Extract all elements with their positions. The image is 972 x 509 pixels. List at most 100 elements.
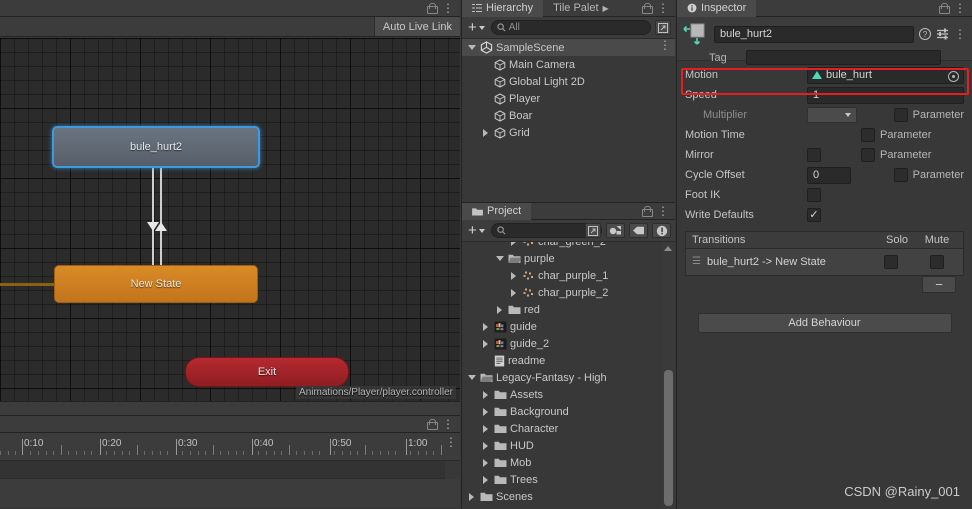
state-node-new-state[interactable]: New State: [54, 265, 258, 303]
tree-item-guide[interactable]: guide: [462, 318, 675, 335]
kebab-menu-icon[interactable]: ⋮: [657, 205, 669, 217]
project-asset-tree[interactable]: char_green_2purple char_purple_1 char_purp…: [462, 242, 675, 508]
transition-line-up[interactable]: [160, 168, 162, 266]
cycle-offset-input[interactable]: 0: [807, 166, 851, 184]
tree-foldout-toggle[interactable]: [466, 45, 477, 50]
tree-foldout-toggle[interactable]: [508, 288, 519, 297]
inspector-kebab-menu-icon[interactable]: ⋮: [954, 28, 966, 40]
remove-transition-button[interactable]: −: [922, 276, 956, 293]
lock-icon[interactable]: [427, 418, 438, 430]
tree-item-char-green-2[interactable]: char_green_2: [462, 242, 675, 250]
tree-foldout-toggle[interactable]: [494, 305, 505, 314]
tree-item-character[interactable]: Character: [462, 420, 675, 437]
tree-foldout-toggle[interactable]: [508, 242, 519, 246]
cycle-offset-parameter-checkbox[interactable]: [893, 168, 908, 182]
lock-icon[interactable]: [427, 2, 438, 14]
motion-object-field[interactable]: bule_hurt: [807, 66, 964, 84]
tree-item-grid[interactable]: Grid: [462, 124, 675, 141]
tree-item-scrip[interactable]: Scrip: [462, 505, 675, 509]
timeline-ruler[interactable]: 0:10 0:20 0:30 0:40 0:50 1:00 ⋮: [0, 433, 460, 461]
tree-item-main-camera[interactable]: Main Camera: [462, 56, 675, 73]
state-name-field[interactable]: bule_hurt2: [714, 25, 914, 43]
tree-item-scenes[interactable]: Scenes: [462, 488, 675, 505]
multiplier-dropdown[interactable]: [807, 107, 857, 123]
tree-item-guide-2[interactable]: guide_2: [462, 335, 675, 352]
transition-mute-checkbox[interactable]: [930, 255, 944, 269]
tree-item-player[interactable]: Player: [462, 90, 675, 107]
tree-item-boar[interactable]: Boar: [462, 107, 675, 124]
tree-item-purple[interactable]: purple: [462, 250, 675, 267]
tree-foldout-toggle[interactable]: [508, 271, 519, 280]
tree-foldout-toggle[interactable]: [480, 475, 491, 484]
animator-state-graph[interactable]: bule_hurt2 New State Exit Animations/Pla…: [0, 38, 460, 401]
timeline-track-row[interactable]: [0, 461, 445, 479]
project-expand-button[interactable]: [585, 223, 601, 238]
mirror-parameter-checkbox[interactable]: [861, 148, 875, 162]
hierarchy-expand-button[interactable]: [655, 20, 671, 35]
foot-ik-checkbox[interactable]: [807, 188, 821, 202]
kebab-menu-icon[interactable]: ⋮: [657, 2, 669, 14]
project-scrollbar[interactable]: [662, 242, 675, 508]
tree-item-char-purple-2[interactable]: char_purple_2: [462, 284, 675, 301]
kebab-menu-icon[interactable]: ⋮: [442, 418, 454, 430]
tree-foldout-toggle[interactable]: [480, 441, 491, 450]
auto-live-link-button[interactable]: Auto Live Link: [373, 17, 460, 36]
tag-field[interactable]: [746, 50, 941, 65]
kebab-menu-icon[interactable]: ⋮: [954, 2, 966, 14]
tree-item-assets[interactable]: Assets: [462, 386, 675, 403]
kebab-menu-icon[interactable]: ⋮: [659, 39, 671, 51]
tree-foldout-toggle[interactable]: [466, 375, 477, 380]
tab-hierarchy[interactable]: Hierarchy: [462, 0, 544, 17]
transition-line-down[interactable]: [152, 168, 154, 266]
kebab-menu-icon[interactable]: ⋮: [442, 2, 454, 14]
tree-foldout-toggle[interactable]: [466, 492, 477, 501]
tree-foldout-toggle[interactable]: [480, 424, 491, 433]
tab-inspector[interactable]: Inspector: [677, 0, 757, 17]
state-node-bule-hurt2[interactable]: bule_hurt2: [52, 126, 260, 168]
tree-item-mob[interactable]: Mob: [462, 454, 675, 471]
scroll-up-arrow-icon[interactable]: [664, 246, 672, 251]
lock-icon[interactable]: [642, 2, 653, 14]
tree-item-red[interactable]: red: [462, 301, 675, 318]
transition-solo-checkbox[interactable]: [884, 255, 898, 269]
tree-foldout-toggle[interactable]: [480, 458, 491, 467]
multiplier-parameter-checkbox[interactable]: [893, 108, 908, 122]
project-scrollbar-thumb[interactable]: [664, 370, 673, 506]
speed-input[interactable]: 1: [807, 86, 964, 104]
drag-handle-icon[interactable]: ☰: [692, 257, 701, 267]
help-icon[interactable]: ?: [919, 28, 931, 40]
write-defaults-checkbox[interactable]: [807, 208, 821, 222]
tree-foldout-toggle[interactable]: [480, 339, 491, 348]
project-type-filter-button[interactable]: [606, 223, 625, 238]
tree-foldout-toggle[interactable]: [480, 407, 491, 416]
project-search-input[interactable]: [490, 223, 602, 238]
overflow-arrow-icon[interactable]: ▶: [603, 4, 609, 13]
hierarchy-search-input[interactable]: All: [490, 20, 651, 35]
tree-item-readme[interactable]: readme: [462, 352, 675, 369]
tree-item-trees[interactable]: Trees: [462, 471, 675, 488]
object-picker-icon[interactable]: [948, 70, 959, 82]
state-node-exit[interactable]: Exit: [185, 357, 349, 387]
tree-foldout-toggle[interactable]: [480, 128, 491, 137]
project-label-filter-button[interactable]: [629, 223, 648, 238]
tree-item-samplescene[interactable]: SampleScene ⋮: [462, 39, 675, 56]
motion-time-parameter-checkbox[interactable]: [861, 128, 875, 142]
tree-item-background[interactable]: Background: [462, 403, 675, 420]
add-behaviour-button[interactable]: Add Behaviour: [697, 313, 952, 333]
project-warning-filter-button[interactable]: [652, 223, 671, 238]
tree-item-char-purple-1[interactable]: char_purple_1: [462, 267, 675, 284]
transitions-list[interactable]: ☰ bule_hurt2 -> New State: [685, 248, 964, 276]
transition-row[interactable]: ☰ bule_hurt2 -> New State: [686, 252, 963, 272]
mirror-checkbox[interactable]: [807, 148, 821, 162]
tab-tile-palette[interactable]: Tile Palet ▶: [543, 0, 619, 17]
create-asset-button[interactable]: +: [466, 223, 487, 238]
preset-icon[interactable]: [936, 28, 949, 40]
lock-icon[interactable]: [642, 205, 653, 217]
tree-foldout-toggle[interactable]: [480, 390, 491, 399]
tab-project[interactable]: Project: [462, 202, 532, 220]
timeline-kebab-menu-icon[interactable]: ⋮: [445, 436, 457, 448]
tree-foldout-toggle[interactable]: [480, 322, 491, 331]
lock-icon[interactable]: [939, 2, 950, 14]
tree-item-hud[interactable]: HUD: [462, 437, 675, 454]
tree-foldout-toggle[interactable]: [494, 256, 505, 261]
